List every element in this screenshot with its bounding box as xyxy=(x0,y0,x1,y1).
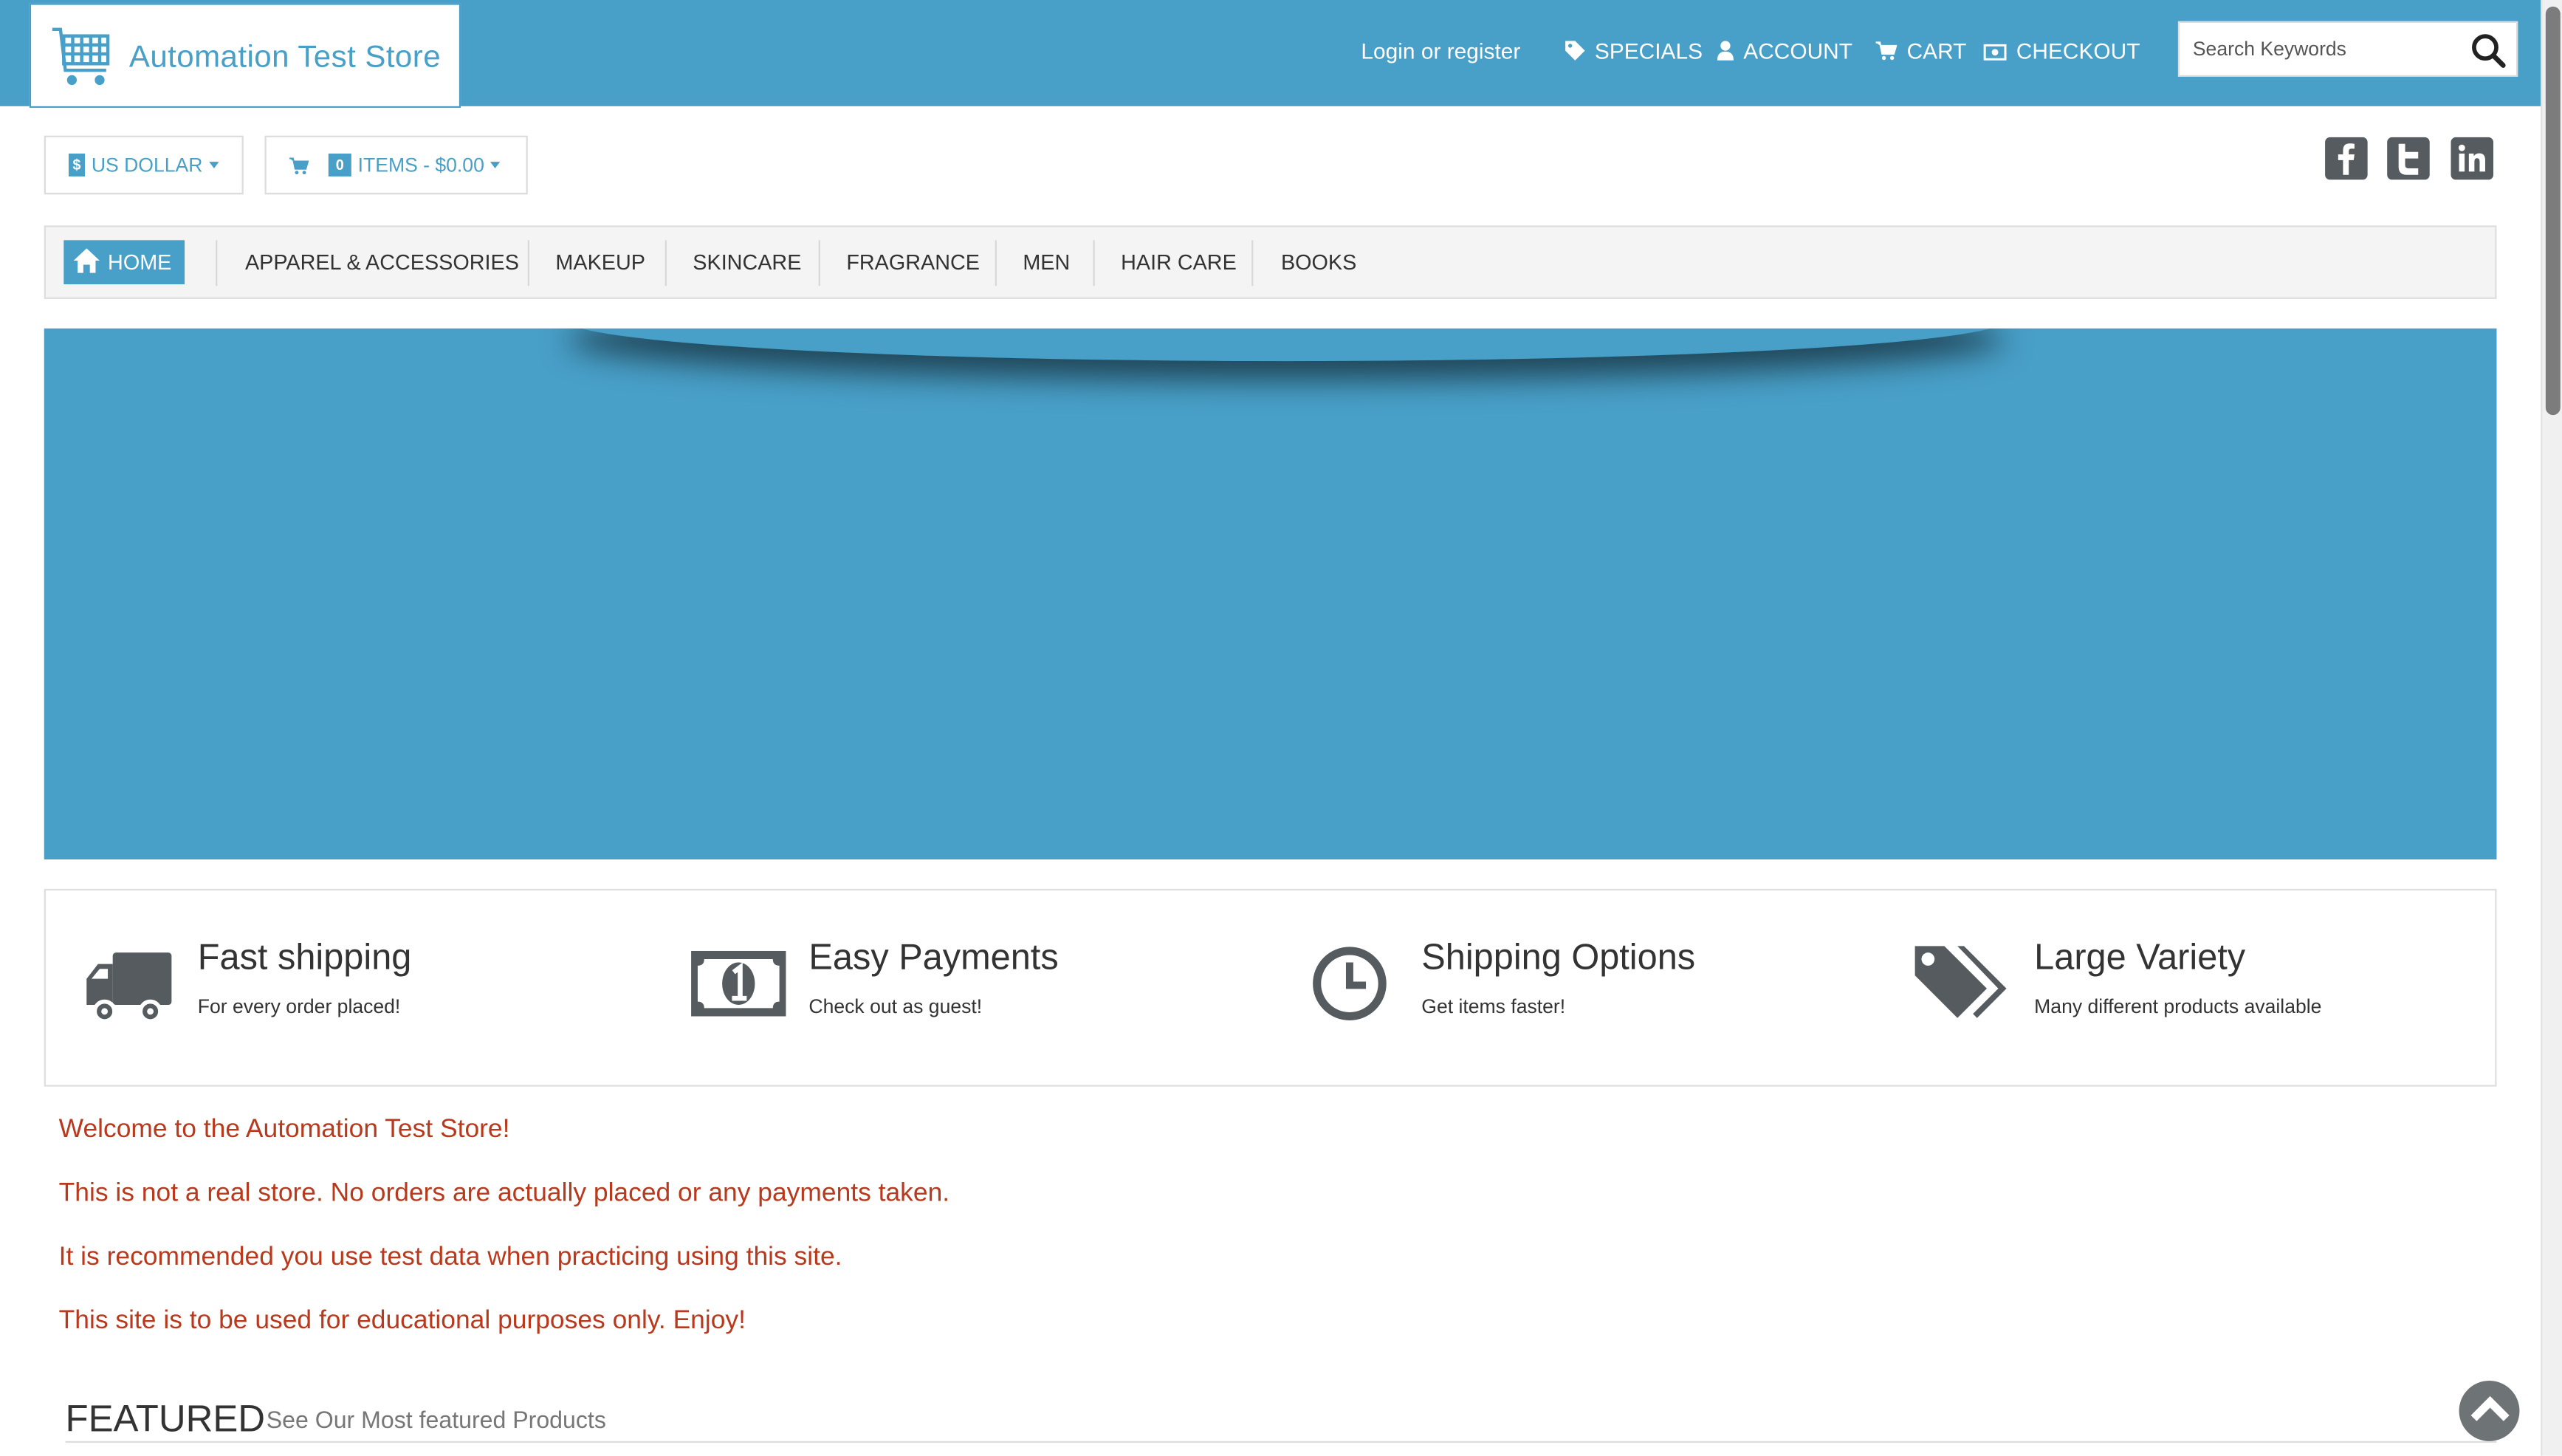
cart-icon xyxy=(1875,41,1898,61)
back-to-top-button[interactable] xyxy=(2459,1380,2520,1441)
search-icon[interactable] xyxy=(2470,32,2507,69)
feature-subtitle: Get items faster! xyxy=(1421,995,1566,1018)
truck-icon xyxy=(86,952,172,1023)
facebook-icon[interactable] xyxy=(2325,137,2368,180)
search-input[interactable] xyxy=(2180,22,2458,75)
feature-title: Easy Payments xyxy=(808,936,1059,978)
nav-divider xyxy=(1251,240,1254,286)
nav-makeup[interactable]: MAKEUP xyxy=(555,227,645,298)
currency-label: US DOLLAR xyxy=(91,154,203,177)
account-link[interactable]: ACCOUNT xyxy=(1717,39,1852,63)
scrollbar-thumb[interactable] xyxy=(2545,6,2561,416)
banner-shadow xyxy=(567,329,2005,361)
home-icon xyxy=(73,248,100,273)
welcome-message: It is recommended you use test data when… xyxy=(58,1243,842,1271)
cart-count-badge: 0 xyxy=(328,154,351,177)
clock-icon xyxy=(1313,947,1387,1021)
cart-summary-label: ITEMS - $0.00 xyxy=(357,154,484,177)
nav-hair-care[interactable]: HAIR CARE xyxy=(1121,227,1237,298)
chevron-up-icon xyxy=(2470,1395,2510,1421)
feature-fast-shipping: Fast shipping For every order placed! xyxy=(85,890,657,1085)
feature-title: Large Variety xyxy=(2034,936,2246,978)
nav-fragrance[interactable]: FRAGRANCE xyxy=(846,227,980,298)
nav-divider xyxy=(818,240,820,286)
nav-divider xyxy=(664,240,667,286)
nav-home[interactable]: HOME xyxy=(63,240,185,285)
currency-symbol: $ xyxy=(68,154,86,177)
specials-label: SPECIALS xyxy=(1594,39,1703,64)
feature-large-variety: Large Variety Many different products av… xyxy=(1912,890,2467,1085)
page: Automation Test Store Login or register … xyxy=(0,0,2562,1456)
cart-label: CART xyxy=(1906,39,1967,64)
main-nav: HOME APPAREL & ACCESSORIES MAKEUP SKINCA… xyxy=(44,225,2497,299)
feature-easy-payments: Easy Payments Check out as guest! xyxy=(690,890,1278,1085)
feature-subtitle: Check out as guest! xyxy=(808,995,983,1018)
welcome-message: This site is to be used for educational … xyxy=(58,1307,746,1336)
twitter-icon[interactable] xyxy=(2387,137,2430,180)
search-box xyxy=(2177,21,2518,78)
nav-divider xyxy=(1093,240,1095,286)
nav-divider xyxy=(995,240,997,286)
store-name: Automation Test Store xyxy=(128,41,442,75)
cart-link[interactable]: CART xyxy=(1875,39,1967,64)
featured-heading: FEATURED xyxy=(65,1397,266,1440)
nav-skincare[interactable]: SKINCARE xyxy=(693,227,801,298)
features-panel: Fast shipping For every order placed! Ea… xyxy=(44,888,2497,1087)
login-register-link[interactable]: Login or register xyxy=(1361,39,1520,63)
feature-shipping-options: Shipping Options Get items faster! xyxy=(1311,890,1899,1085)
feature-title: Shipping Options xyxy=(1421,936,1696,978)
banknote-icon xyxy=(691,950,786,1017)
nav-men[interactable]: MEN xyxy=(1023,227,1070,298)
chevron-down-icon xyxy=(490,162,501,168)
shopping-cart-logo-icon xyxy=(52,27,110,86)
nav-divider xyxy=(216,240,218,286)
store-logo[interactable]: Automation Test Store xyxy=(29,3,461,109)
feature-title: Fast shipping xyxy=(197,936,412,978)
featured-divider xyxy=(65,1440,2497,1443)
top-header: Automation Test Store Login or register … xyxy=(0,0,2541,109)
cart-summary-dropdown[interactable]: 0 ITEMS - $0.00 xyxy=(264,135,528,195)
user-icon xyxy=(1717,41,1734,61)
linkedin-icon[interactable] xyxy=(2451,137,2494,180)
featured-subheading: See Our Most featured Products xyxy=(266,1408,606,1435)
page-scrollbar[interactable] xyxy=(2541,0,2562,1456)
specials-link[interactable]: SPECIALS xyxy=(1565,39,1703,63)
cart-icon xyxy=(289,157,309,174)
chevron-down-icon xyxy=(209,162,219,168)
feature-subtitle: Many different products available xyxy=(2034,995,2322,1018)
checkout-label: CHECKOUT xyxy=(2016,39,2140,64)
feature-subtitle: For every order placed! xyxy=(197,995,401,1018)
nav-home-label: HOME xyxy=(108,250,172,275)
nav-divider xyxy=(527,240,530,286)
tag-icon xyxy=(1565,41,1585,61)
checkout-link[interactable]: CHECKOUT xyxy=(1983,39,2140,64)
account-label: ACCOUNT xyxy=(1743,39,1852,64)
currency-dropdown[interactable]: $ US DOLLAR xyxy=(44,135,244,195)
welcome-message: Welcome to the Automation Test Store! xyxy=(58,1116,510,1144)
money-icon xyxy=(1983,44,2007,61)
tags-icon xyxy=(1914,946,2007,1018)
nav-books[interactable]: BOOKS xyxy=(1281,227,1356,298)
hero-banner xyxy=(44,328,2497,860)
welcome-message: This is not a real store. No orders are … xyxy=(58,1179,950,1208)
nav-apparel-accessories[interactable]: APPAREL & ACCESSORIES xyxy=(245,227,519,298)
